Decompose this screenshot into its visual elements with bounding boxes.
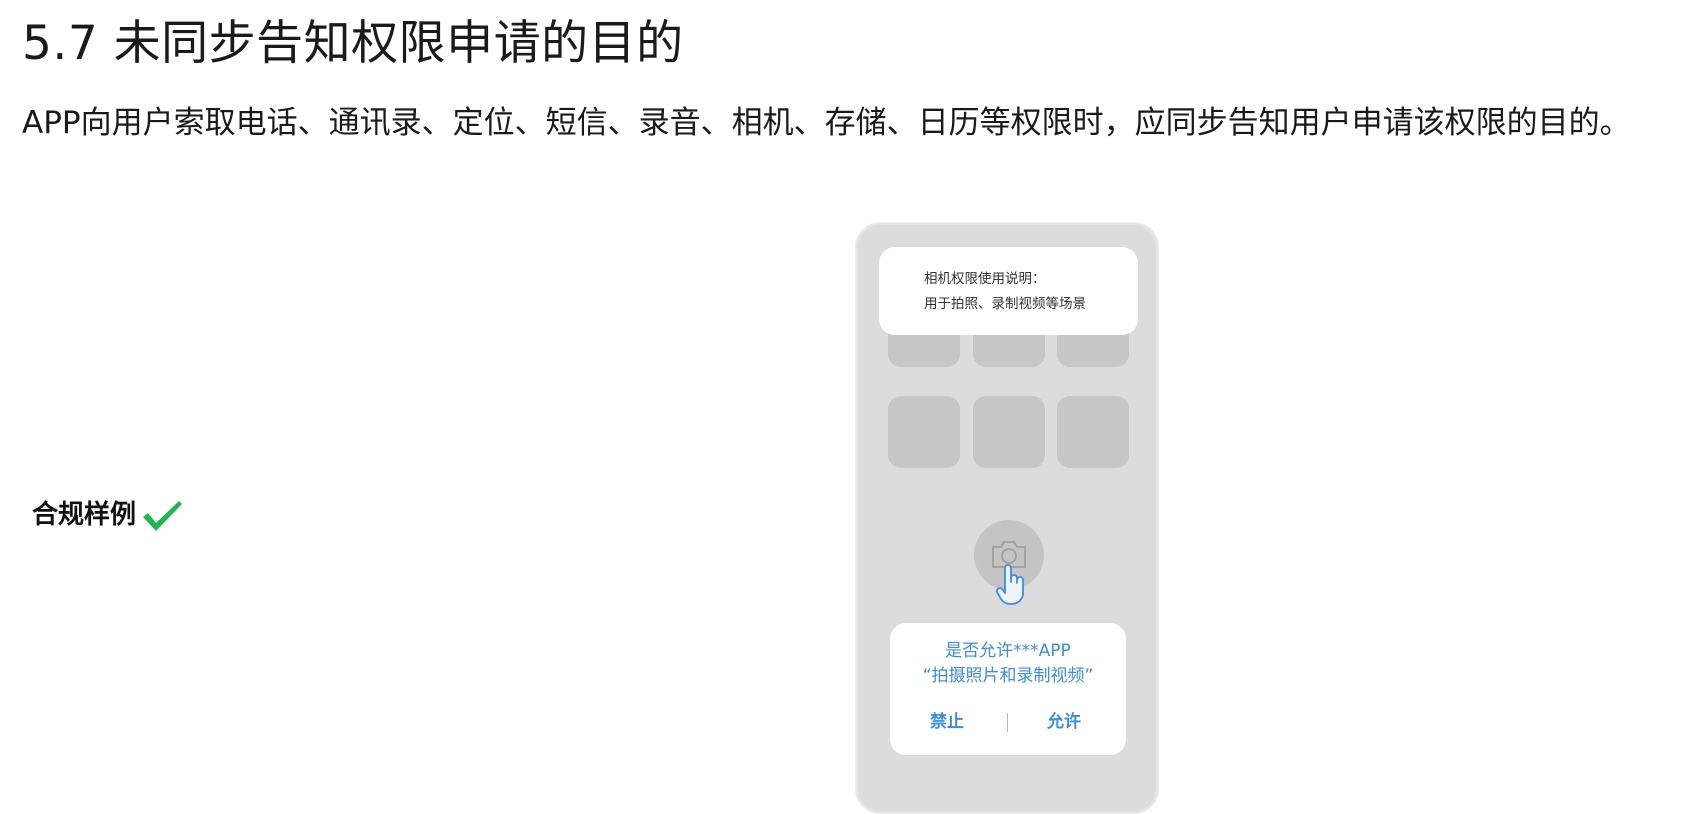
app-tile — [888, 396, 960, 468]
permission-explanation-card: 相机权限使用说明： 用于拍照、录制视频等场景 — [879, 247, 1138, 335]
example-label-text: 合规样例 — [32, 500, 137, 530]
section-heading: 5.7 未同步告知权限申请的目的 — [22, 16, 684, 71]
deny-button[interactable]: 禁止 — [930, 707, 964, 737]
intro-paragraph: APP向用户索取电话、通讯录、定位、短信、录音、相机、存储、日历等权限时，应同步… — [22, 105, 1631, 141]
dialog-divider — [1007, 713, 1008, 732]
dialog-permission-action: “拍摄照片和录制视频” — [922, 666, 1094, 686]
checkmark-icon — [143, 501, 183, 531]
app-tile — [973, 396, 1045, 468]
explanation-description: 用于拍照、录制视频等场景 — [924, 296, 1086, 312]
phone-mockup: 相机权限使用说明： 用于拍照、录制视频等场景 是否允许***APP “拍摄照片和… — [856, 223, 1158, 813]
pointer-hand-icon — [995, 564, 1024, 605]
permission-dialog: 是否允许***APP “拍摄照片和录制视频” 禁止 允许 — [890, 623, 1126, 755]
app-tile — [1057, 396, 1129, 468]
dialog-actions: 禁止 允许 — [890, 707, 1126, 737]
compliant-example-label: 合规样例 — [32, 496, 184, 534]
explanation-title: 相机权限使用说明： — [924, 271, 1046, 287]
allow-button[interactable]: 允许 — [1047, 707, 1081, 737]
dialog-question: 是否允许***APP — [945, 641, 1071, 661]
